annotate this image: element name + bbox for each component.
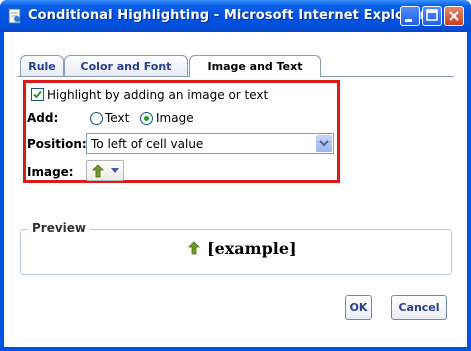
position-select[interactable]: To left of cell value	[86, 133, 334, 154]
ie-page-icon	[8, 8, 21, 24]
maximize-icon	[426, 9, 438, 21]
chevron-down-icon	[319, 140, 329, 147]
minimize-button[interactable]	[400, 6, 420, 26]
title-bar[interactable]: Conditional Highlighting - Microsoft Int…	[0, 0, 471, 32]
image-label: Image:	[27, 165, 74, 179]
chevron-down-icon	[111, 168, 119, 173]
tab-color-and-font[interactable]: Color and Font	[64, 55, 188, 76]
close-icon	[449, 11, 459, 21]
highlight-checkbox-label[interactable]: Highlight by adding an image or text	[47, 88, 268, 102]
position-label: Position:	[27, 137, 87, 151]
minimize-icon	[405, 19, 412, 22]
window-title: Conditional Highlighting - Microsoft Int…	[28, 8, 426, 23]
add-text-radio[interactable]	[90, 112, 103, 125]
add-image-radio[interactable]	[140, 112, 153, 125]
add-image-radio-label[interactable]: Image	[156, 111, 194, 125]
checkmark-icon	[33, 90, 42, 99]
green-up-arrow-icon	[188, 241, 200, 255]
add-text-radio-label[interactable]: Text	[105, 111, 129, 125]
highlight-checkbox[interactable]	[31, 88, 44, 101]
position-select-value: To left of cell value	[91, 137, 204, 151]
radio-selected-dot	[144, 116, 149, 121]
dropdown-button[interactable]	[316, 135, 332, 152]
preview-legend: Preview	[28, 221, 91, 235]
maximize-button[interactable]	[422, 6, 442, 26]
add-label: Add:	[27, 111, 59, 125]
ok-button[interactable]: OK	[345, 295, 372, 320]
close-button[interactable]	[444, 6, 464, 26]
green-up-arrow-icon	[92, 164, 104, 178]
preview-example-text: [example]	[207, 239, 297, 258]
image-picker-button[interactable]	[86, 160, 124, 181]
tab-rule[interactable]: Rule	[20, 55, 64, 76]
cancel-button[interactable]: Cancel	[391, 295, 447, 320]
tab-image-and-text[interactable]: Image and Text	[189, 55, 321, 77]
